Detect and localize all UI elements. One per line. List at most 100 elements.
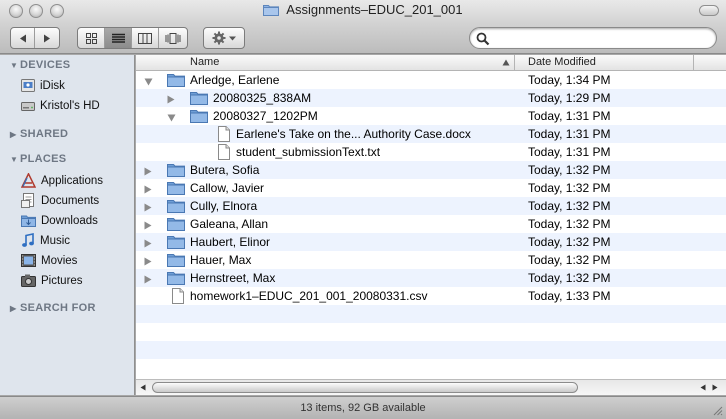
table-row[interactable]: Callow, Javier Today, 1:32 PM <box>136 179 726 197</box>
folder-icon <box>167 72 185 90</box>
search-icon <box>476 32 490 46</box>
column-divider[interactable] <box>693 55 694 71</box>
disclosure-collapsed-icon[interactable] <box>144 219 152 233</box>
sidebar-section-devices[interactable]: ▼ DEVICES <box>10 59 70 71</box>
folder-icon <box>190 90 208 108</box>
table-row[interactable]: Hernstreet, Max Today, 1:32 PM <box>136 269 726 287</box>
row-date-modified: Today, 1:32 PM <box>528 163 611 177</box>
window-toolbar: Assignments–EDUC_201_001 <box>0 0 726 54</box>
sidebar-item-kristols-hd[interactable]: Kristol's HD <box>21 96 100 115</box>
movies-icon <box>21 254 36 267</box>
search-field[interactable] <box>469 27 717 49</box>
sidebar-item-pictures[interactable]: Pictures <box>21 271 83 290</box>
applications-icon <box>21 173 36 188</box>
resize-grip-icon[interactable] <box>712 405 723 416</box>
empty-row <box>136 305 726 323</box>
disclosure-collapsed-icon: ▶ <box>10 130 17 139</box>
scrollbar-thumb[interactable] <box>152 382 578 393</box>
disclosure-collapsed-icon: ▶ <box>10 304 17 313</box>
disclosure-collapsed-icon[interactable] <box>144 201 152 215</box>
column-header-date-modified[interactable]: Date Modified <box>528 56 596 68</box>
folder-icon <box>167 216 185 234</box>
sidebar-item-documents[interactable]: Documents <box>21 191 99 210</box>
sidebar-section-shared[interactable]: ▶ SHARED <box>10 128 68 140</box>
row-name: 20080327_1202PM <box>213 109 318 123</box>
documents-icon <box>21 193 34 208</box>
back-button[interactable] <box>11 28 35 48</box>
row-name: Haubert, Elinor <box>190 235 271 249</box>
table-row[interactable]: Earlene's Take on the... Authority Case.… <box>136 125 726 143</box>
row-name: Galeana, Allan <box>190 217 269 231</box>
row-name: Callow, Javier <box>190 181 265 195</box>
table-row[interactable]: Galeana, Allan Today, 1:32 PM <box>136 215 726 233</box>
table-row[interactable]: Cully, Elnora Today, 1:32 PM <box>136 197 726 215</box>
icon-view-icon <box>85 32 97 44</box>
navigation-segment <box>10 27 60 49</box>
back-arrow-icon <box>19 34 26 42</box>
disclosure-collapsed-icon[interactable] <box>167 93 175 107</box>
row-name: Butera, Sofia <box>190 163 260 177</box>
harddrive-icon <box>21 101 35 111</box>
table-row[interactable]: Hauer, Max Today, 1:32 PM <box>136 251 726 269</box>
table-row[interactable]: 20080327_1202PM Today, 1:31 PM <box>136 107 726 125</box>
row-date-modified: Today, 1:32 PM <box>528 271 611 285</box>
list-view-button[interactable] <box>105 28 132 48</box>
folder-icon <box>167 234 185 252</box>
pictures-icon <box>21 274 36 287</box>
disclosure-collapsed-icon[interactable] <box>144 255 152 269</box>
column-header-name[interactable]: Name <box>190 56 219 68</box>
sort-ascending-icon <box>502 59 510 66</box>
empty-row <box>136 341 726 359</box>
sidebar-section-search-for[interactable]: ▶ SEARCH FOR <box>10 302 96 314</box>
disclosure-expanded-icon: ▼ <box>10 155 19 164</box>
disclosure-expanded-icon[interactable] <box>167 111 176 125</box>
table-row[interactable]: 20080325_838AM Today, 1:29 PM <box>136 89 726 107</box>
table-row[interactable]: Arledge, Earlene Today, 1:34 PM <box>136 71 726 89</box>
table-row[interactable]: homework1–EDUC_201_001_20080331.csv Today… <box>136 287 726 305</box>
folder-icon <box>263 3 280 19</box>
gear-icon <box>212 31 226 45</box>
table-row[interactable]: student_submissionText.txt Today, 1:31 PM <box>136 143 726 161</box>
disclosure-collapsed-icon[interactable] <box>144 165 152 179</box>
status-text: 13 items, 92 GB available <box>300 402 426 414</box>
row-name: Hauer, Max <box>190 253 252 267</box>
table-row[interactable]: Haubert, Elinor Today, 1:32 PM <box>136 233 726 251</box>
sidebar-item-downloads[interactable]: Downloads <box>21 211 98 230</box>
disclosure-collapsed-icon[interactable] <box>144 183 152 197</box>
scroll-right-arrow-icon[interactable] <box>712 384 718 391</box>
search-input[interactable] <box>494 30 709 46</box>
coverflow-view-button[interactable] <box>159 28 186 48</box>
forward-arrow-icon <box>44 34 50 42</box>
scroll-left-arrow-icon[interactable] <box>140 384 146 391</box>
icon-view-button[interactable] <box>78 28 105 48</box>
folder-icon <box>167 198 185 216</box>
row-name: Hernstreet, Max <box>190 271 276 285</box>
coverflow-view-icon <box>165 32 180 44</box>
scroll-left-arrow-icon[interactable] <box>700 384 706 391</box>
horizontal-scrollbar[interactable] <box>136 379 726 395</box>
downloads-icon <box>21 215 36 227</box>
chevron-down-icon <box>229 36 236 40</box>
action-menu-button[interactable] <box>203 27 245 49</box>
sidebar-item-music[interactable]: Music <box>21 231 70 250</box>
row-name: 20080325_838AM <box>213 91 312 105</box>
sidebar-item-idisk[interactable]: iDisk <box>21 76 65 95</box>
window-title: Assignments–EDUC_201_001 <box>286 2 463 17</box>
row-name: Earlene's Take on the... Authority Case.… <box>236 127 471 141</box>
column-divider[interactable] <box>514 55 515 71</box>
disclosure-expanded-icon: ▼ <box>10 61 19 70</box>
sidebar-item-movies[interactable]: Movies <box>21 251 77 270</box>
disclosure-collapsed-icon[interactable] <box>144 273 152 287</box>
row-name: Arledge, Earlene <box>190 73 280 87</box>
disclosure-expanded-icon[interactable] <box>144 75 153 89</box>
row-date-modified: Today, 1:32 PM <box>528 253 611 267</box>
sidebar-section-places[interactable]: ▼ PLACES <box>10 153 66 165</box>
sidebar-item-applications[interactable]: Applications <box>21 171 103 190</box>
row-date-modified: Today, 1:32 PM <box>528 235 611 249</box>
column-view-button[interactable] <box>132 28 159 48</box>
disclosure-collapsed-icon[interactable] <box>144 237 152 251</box>
empty-row <box>136 323 726 341</box>
music-icon <box>22 233 34 247</box>
forward-button[interactable] <box>35 28 59 48</box>
table-row[interactable]: Butera, Sofia Today, 1:32 PM <box>136 161 726 179</box>
